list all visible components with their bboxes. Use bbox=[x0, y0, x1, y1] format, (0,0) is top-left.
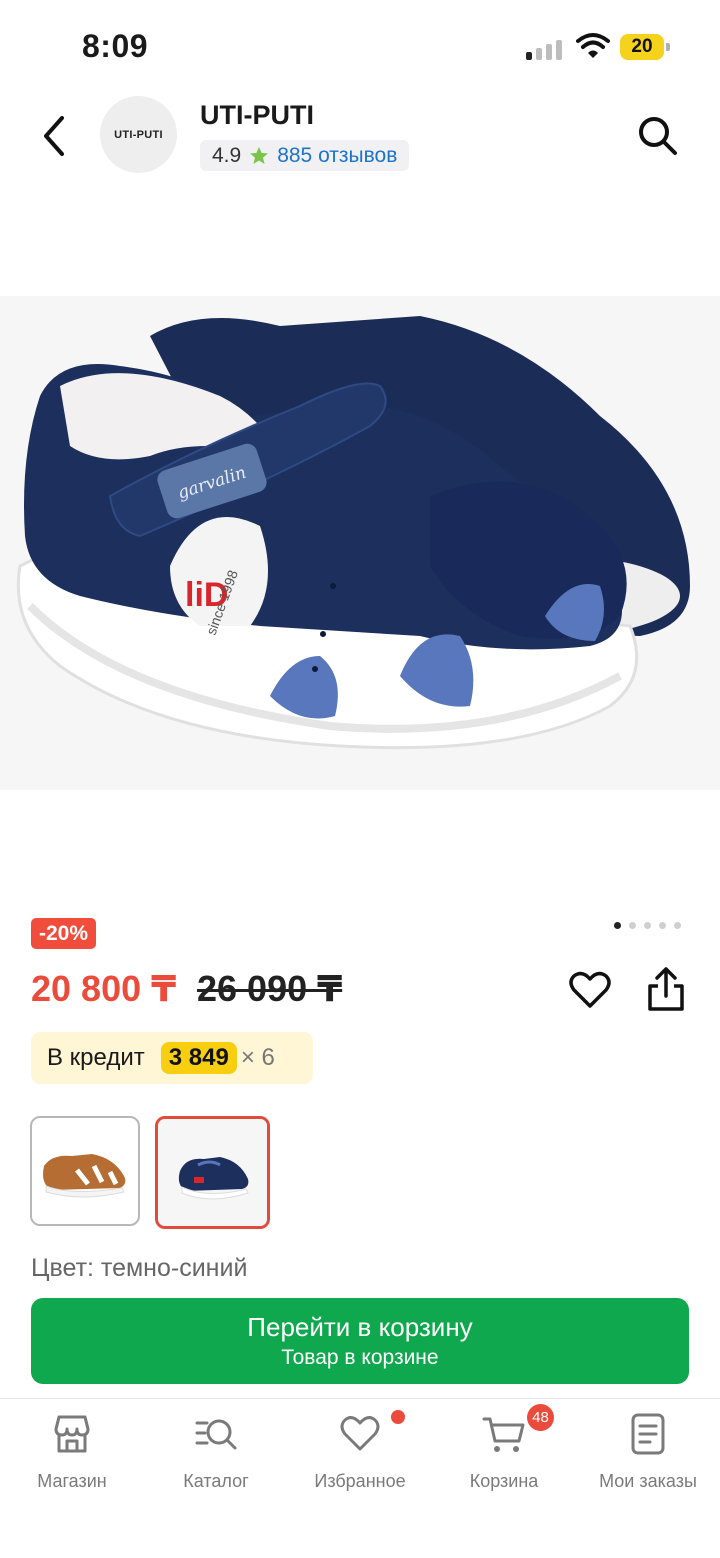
cart-button-title: Перейти в корзину bbox=[247, 1312, 473, 1342]
tab-orders[interactable]: Мои заказы bbox=[576, 1411, 720, 1501]
tab-favorites[interactable]: Избранное bbox=[288, 1411, 432, 1501]
price: 20 800 ₸ bbox=[31, 968, 177, 1009]
search-button[interactable] bbox=[632, 110, 684, 162]
tab-orders-label: Мои заказы bbox=[599, 1471, 697, 1491]
tab-shop[interactable]: Магазин bbox=[0, 1411, 144, 1501]
status-bar: 8:09 20 bbox=[0, 0, 720, 90]
cart-count-badge: 48 bbox=[527, 1404, 554, 1431]
variant-thumb-navy[interactable] bbox=[155, 1116, 270, 1229]
old-price: 26 090 ₸ bbox=[197, 968, 343, 1009]
credit-label: В кредит bbox=[47, 1044, 145, 1071]
product-image[interactable]: liD since 1998 garvalin bbox=[0, 296, 720, 790]
rating-value: 4.9 bbox=[212, 143, 242, 167]
star-icon bbox=[250, 146, 269, 164]
credit-amount: 3 849 bbox=[160, 1042, 237, 1074]
catalog-icon bbox=[195, 1419, 237, 1450]
wifi-icon bbox=[576, 33, 610, 58]
tab-catalog[interactable]: Каталог bbox=[144, 1411, 288, 1501]
status-time: 8:09 bbox=[82, 28, 149, 64]
battery-level: 20 bbox=[631, 36, 653, 57]
tab-cart[interactable]: Корзина bbox=[432, 1411, 576, 1501]
search-icon bbox=[639, 117, 677, 155]
color-label: Цвет: темно-синий bbox=[31, 1254, 248, 1282]
favorite-button[interactable] bbox=[566, 966, 614, 1014]
rating-chip[interactable]: 4.9 885 отзывов bbox=[200, 140, 410, 171]
brown-sandal-thumbnail bbox=[43, 1154, 126, 1198]
shop-icon bbox=[54, 1415, 90, 1453]
reviews-link[interactable]: 885 отзывов bbox=[277, 144, 397, 168]
back-button[interactable] bbox=[30, 108, 78, 164]
tab-favorites-label: Избранное bbox=[314, 1471, 406, 1491]
gallery-dot[interactable] bbox=[644, 922, 651, 929]
credit-multiplier: × 6 bbox=[240, 1044, 275, 1071]
shop-logo[interactable]: UTI-PUTI bbox=[100, 96, 177, 173]
shop-header: UTI-PUTI UTI-PUTI 4.9 885 отзывов bbox=[0, 90, 720, 190]
credit-offer[interactable]: В кредит 3 849 × 6 bbox=[31, 1032, 313, 1084]
gallery-dot[interactable] bbox=[614, 922, 621, 929]
cart-button-subtitle: Товар в корзине bbox=[281, 1346, 439, 1369]
variant-thumb-brown[interactable] bbox=[30, 1116, 140, 1226]
shop-name[interactable]: UTI-PUTI bbox=[200, 100, 314, 131]
battery-icon: 20 bbox=[620, 34, 670, 60]
gallery-dot[interactable] bbox=[629, 922, 636, 929]
tab-catalog-label: Каталог bbox=[183, 1471, 249, 1491]
go-to-cart-button[interactable]: Перейти в корзину Товар в корзине bbox=[31, 1298, 689, 1384]
sandal-image: liD since 1998 garvalin bbox=[16, 316, 690, 750]
orders-icon bbox=[631, 1413, 665, 1455]
gallery-dot[interactable] bbox=[674, 922, 681, 929]
share-icon bbox=[648, 967, 684, 1011]
heart-icon bbox=[569, 971, 611, 1008]
gallery-pager bbox=[614, 922, 681, 929]
tab-bar: Магазин Каталог Избранное Корзина Мои за… bbox=[0, 1398, 720, 1558]
gallery-dot[interactable] bbox=[659, 922, 666, 929]
chevron-left-icon bbox=[44, 116, 64, 156]
discount-badge: -20% bbox=[31, 918, 97, 949]
navy-sandal-thumbnail bbox=[158, 1119, 267, 1226]
share-button[interactable] bbox=[642, 964, 690, 1014]
tab-shop-label: Магазин bbox=[37, 1471, 107, 1491]
favorites-indicator-dot bbox=[391, 1410, 405, 1424]
signal-icon bbox=[526, 40, 562, 60]
tab-cart-label: Корзина bbox=[469, 1471, 539, 1491]
cart-icon bbox=[482, 1417, 525, 1452]
heart-icon bbox=[340, 1416, 380, 1451]
